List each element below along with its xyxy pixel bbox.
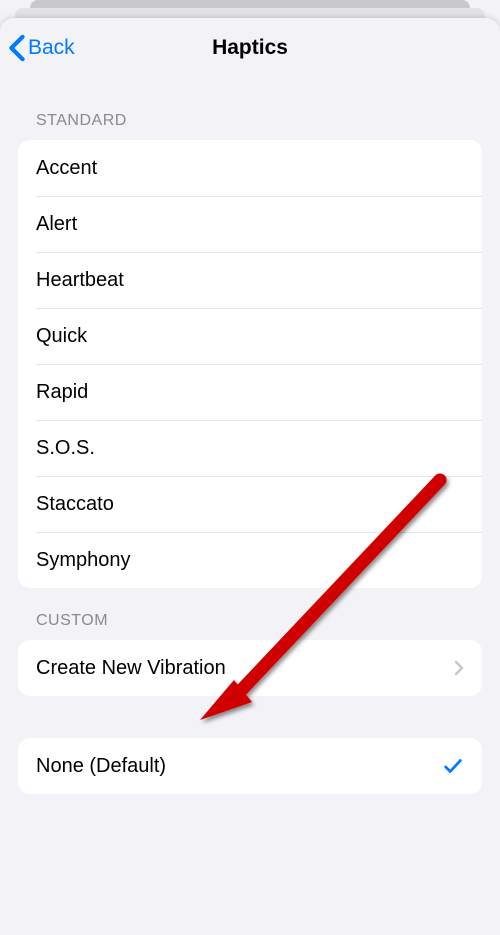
row-label: None (Default) — [36, 755, 442, 778]
row-label: S.O.S. — [36, 437, 464, 460]
page-title: Haptics — [0, 36, 500, 60]
create-new-vibration-button[interactable]: Create New Vibration — [18, 640, 482, 696]
haptic-option-sos[interactable]: S.O.S. — [18, 420, 482, 476]
haptic-option-rapid[interactable]: Rapid — [18, 364, 482, 420]
nav-bar: Back Haptics — [0, 18, 500, 78]
haptic-option-heartbeat[interactable]: Heartbeat — [18, 252, 482, 308]
custom-group: Create New Vibration — [18, 640, 482, 696]
haptic-option-alert[interactable]: Alert — [18, 196, 482, 252]
standard-group: Accent Alert Heartbeat Quick Rapid S.O.S… — [18, 140, 482, 588]
row-label: Rapid — [36, 381, 464, 404]
row-label: Staccato — [36, 493, 464, 516]
chevron-right-icon — [454, 660, 464, 676]
haptic-option-staccato[interactable]: Staccato — [18, 476, 482, 532]
chevron-left-icon — [8, 34, 26, 62]
back-label: Back — [28, 36, 75, 60]
haptic-option-accent[interactable]: Accent — [18, 140, 482, 196]
settings-sheet: Back Haptics Standard Accent Alert Heart… — [0, 18, 500, 935]
check-icon — [442, 755, 464, 777]
none-group: None (Default) — [18, 738, 482, 794]
section-header-standard: Standard — [0, 88, 500, 140]
haptic-option-quick[interactable]: Quick — [18, 308, 482, 364]
row-label: Alert — [36, 213, 464, 236]
row-label: Create New Vibration — [36, 657, 454, 680]
haptic-option-symphony[interactable]: Symphony — [18, 532, 482, 588]
section-header-custom: Custom — [0, 588, 500, 640]
row-label: Symphony — [36, 549, 464, 572]
row-label: Accent — [36, 157, 464, 180]
back-button[interactable]: Back — [0, 34, 75, 62]
row-label: Heartbeat — [36, 269, 464, 292]
row-label: Quick — [36, 325, 464, 348]
haptic-option-none[interactable]: None (Default) — [18, 738, 482, 794]
